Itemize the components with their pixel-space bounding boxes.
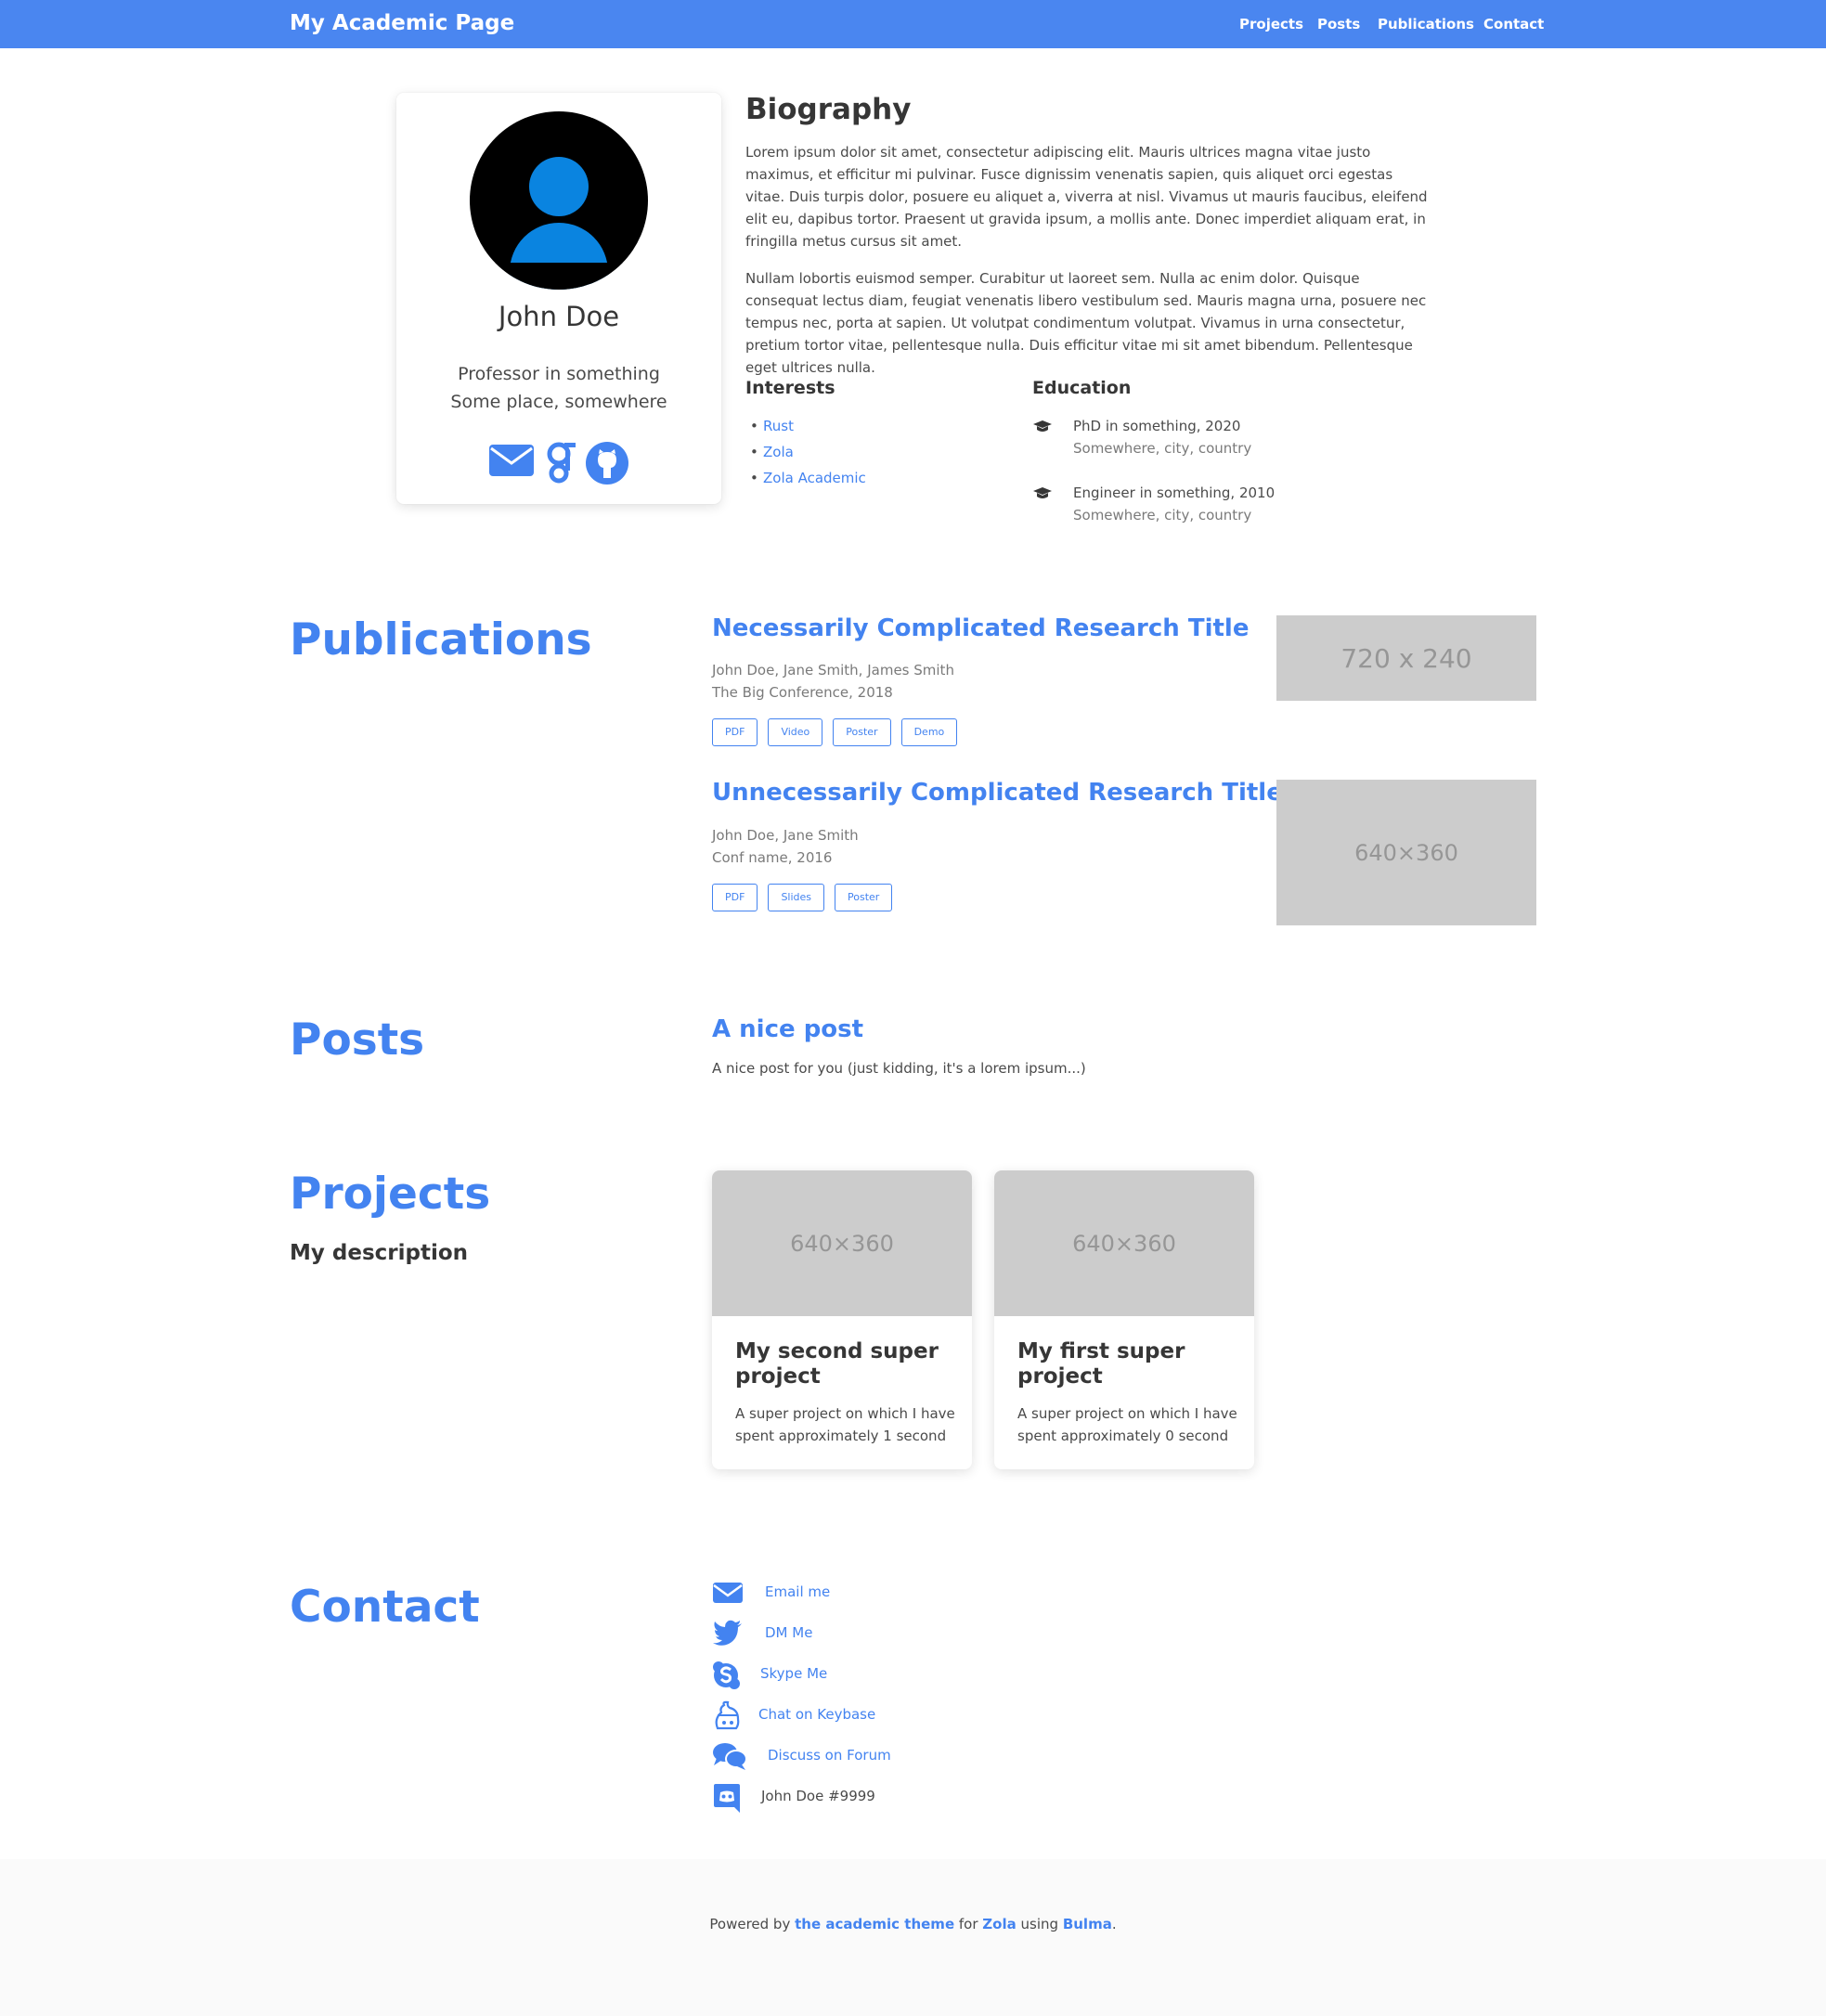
google-scholar-icon[interactable]: [542, 441, 577, 489]
education-title: Education: [1032, 378, 1132, 398]
publication-authors-2: John Doe, Jane Smith: [712, 827, 859, 844]
education-degree: PhD in something, 2020: [1073, 418, 1241, 434]
keybase-icon: [715, 1700, 740, 1730]
contact-label: Chat on Keybase: [758, 1706, 876, 1723]
publication-tags-2: PDF Slides Poster: [712, 884, 893, 911]
tag-pdf[interactable]: PDF: [712, 884, 758, 911]
profile-card: John Doe Professor in something Some pla…: [396, 93, 721, 504]
nav-projects[interactable]: Projects: [1239, 16, 1303, 32]
discord-icon: [714, 1784, 740, 1813]
footer-bulma-link[interactable]: Bulma: [1063, 1916, 1112, 1932]
project-name: My first super project: [1017, 1339, 1185, 1389]
interests-title: Interests: [745, 378, 835, 398]
forum-icon: [713, 1743, 747, 1770]
tag-poster[interactable]: Poster: [833, 718, 891, 746]
biography-paragraph-1: Lorem ipsum dolor sit amet, consectetur …: [745, 144, 1428, 250]
nav-posts[interactable]: Posts: [1317, 16, 1360, 32]
contact-label: DM Me: [765, 1624, 813, 1641]
graduation-cap-icon: [1033, 487, 1052, 498]
biography-title: Biography: [745, 93, 912, 126]
footer-zola-link[interactable]: Zola: [982, 1916, 1016, 1932]
post-title[interactable]: A nice post: [712, 1015, 863, 1043]
tag-demo[interactable]: Demo: [900, 718, 958, 746]
tag-pdf[interactable]: PDF: [712, 718, 758, 746]
publication-venue-2: Conf name, 2016: [712, 849, 833, 866]
project-image: 640×360: [994, 1170, 1254, 1316]
envelope-icon: [713, 1583, 743, 1603]
nav-publications[interactable]: Publications: [1378, 16, 1474, 32]
profile-location: Some place, somewhere: [450, 392, 667, 412]
navbar: My Academic Page Projects Posts Publicat…: [0, 0, 1826, 48]
education-degree: Engineer in something, 2010: [1073, 485, 1276, 501]
publication-image-1: 720 x 240: [1276, 615, 1536, 701]
projects-description: My description: [290, 1241, 469, 1265]
interest-link-zola[interactable]: Zola: [750, 444, 794, 460]
contact-label: Discuss on Forum: [768, 1747, 891, 1764]
project-card[interactable]: 640×360 My second super project A super …: [712, 1170, 972, 1469]
publication-title-1[interactable]: Necessarily Complicated Research Title: [712, 614, 1249, 642]
profile-name: John Doe: [498, 301, 620, 332]
footer: Powered by the academic theme for Zola u…: [0, 1859, 1826, 2016]
interest-link-zola-academic[interactable]: Zola Academic: [750, 470, 866, 486]
avatar: [470, 111, 648, 290]
interest-link-rust[interactable]: Rust: [750, 418, 794, 434]
post-summary: A nice post for you (just kidding, it's …: [712, 1060, 1086, 1077]
publication-title-2[interactable]: Unnecessarily Complicated Research Title: [712, 779, 1283, 807]
profile-social-links: [396, 441, 721, 489]
nav-contact[interactable]: Contact: [1483, 16, 1544, 32]
profile-title: Professor in something: [458, 364, 660, 384]
brand-link[interactable]: My Academic Page: [290, 11, 514, 35]
tag-slides[interactable]: Slides: [768, 884, 825, 911]
contact-label: Email me: [765, 1583, 831, 1600]
twitter-icon: [713, 1620, 742, 1646]
skype-icon: [713, 1661, 740, 1689]
projects-title: Projects: [290, 1169, 491, 1220]
footer-theme-link[interactable]: the academic theme: [795, 1916, 954, 1932]
publication-authors-1: John Doe, Jane Smith, James Smith: [712, 662, 954, 678]
posts-title: Posts: [290, 1014, 425, 1066]
github-icon[interactable]: [585, 441, 629, 489]
project-card[interactable]: 640×360 My first super project A super p…: [994, 1170, 1254, 1469]
project-text: A super project on which I have spent ap…: [1017, 1405, 1237, 1444]
tag-video[interactable]: Video: [768, 718, 823, 746]
contact-label: Skype Me: [760, 1665, 828, 1682]
graduation-cap-icon: [1033, 420, 1052, 432]
project-name: My second super project: [735, 1339, 939, 1389]
contact-title: Contact: [290, 1582, 480, 1633]
publication-tags-1: PDF Video Poster Demo: [712, 718, 958, 746]
publication-venue-1: The Big Conference, 2018: [712, 684, 893, 701]
publications-title: Publications: [290, 614, 592, 666]
project-image: 640×360: [712, 1170, 972, 1316]
education-place: Somewhere, city, country: [1073, 440, 1252, 457]
education-place: Somewhere, city, country: [1073, 507, 1252, 523]
biography-paragraph-2: Nullam lobortis euismod semper. Curabitu…: [745, 270, 1427, 376]
footer-text: Powered by the academic theme for Zola u…: [709, 1916, 1117, 1932]
project-text: A super project on which I have spent ap…: [735, 1405, 955, 1444]
envelope-icon[interactable]: [488, 441, 535, 489]
tag-poster[interactable]: Poster: [835, 884, 893, 911]
publication-image-2: 640×360: [1276, 780, 1536, 925]
contact-label: John Doe #9999: [761, 1788, 875, 1804]
